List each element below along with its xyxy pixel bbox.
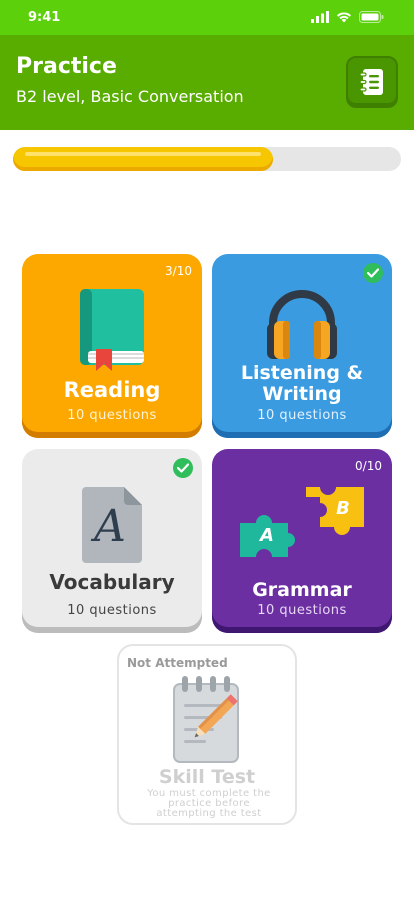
vocabulary-card[interactable]: A Vocabulary 10 questions xyxy=(22,449,202,633)
vocabulary-subtitle: 10 questions xyxy=(67,603,157,618)
grammar-subtitle: 10 questions xyxy=(257,603,347,618)
status-bar: 9:41 xyxy=(0,0,414,35)
page-title: Practice xyxy=(16,54,117,79)
headphones-icon xyxy=(267,290,337,359)
document-icon: A xyxy=(82,487,142,563)
puzzle-piece-a-letter: A xyxy=(260,525,274,546)
listening-subtitle: 10 questions xyxy=(257,408,347,423)
grammar-label: Grammar xyxy=(252,579,352,601)
skill-test-note: You must complete the practice before at… xyxy=(137,789,281,819)
grammar-progress-count: 0/10 xyxy=(355,459,382,473)
puzzle-icon: A B xyxy=(236,483,368,563)
signal-icon xyxy=(311,11,329,23)
wifi-icon xyxy=(337,12,351,23)
reading-progress-count: 3/10 xyxy=(165,264,192,278)
book-icon xyxy=(80,289,144,371)
reading-card[interactable]: 3/10 Reading 10 questions xyxy=(22,254,202,438)
status-icons xyxy=(311,11,384,23)
skill-test-title: Skill Test xyxy=(158,766,256,788)
notebook-icon xyxy=(359,69,383,95)
progress-fill xyxy=(13,147,273,171)
skill-test-note-line3: attempting the test xyxy=(156,808,262,819)
listening-writing-card[interactable]: Listening & Writing 10 questions xyxy=(212,254,392,438)
listening-label-line1: Listening & xyxy=(240,362,364,384)
header: Practice B2 level, Basic Conversation xyxy=(0,35,414,130)
progress-shine xyxy=(25,152,261,156)
progress-bar xyxy=(13,147,401,171)
puzzle-piece-b-letter: B xyxy=(336,498,350,519)
document-letter: A xyxy=(94,501,126,552)
skill-test-status: Not Attempted xyxy=(127,656,228,670)
reading-subtitle: 10 questions xyxy=(67,408,157,423)
completed-check-icon xyxy=(363,263,383,283)
completed-check-icon xyxy=(173,458,193,478)
reading-label: Reading xyxy=(63,378,161,402)
notepad-pencil-icon xyxy=(173,676,239,763)
battery-icon xyxy=(359,11,384,23)
status-time: 9:41 xyxy=(28,10,61,25)
notes-button[interactable] xyxy=(346,56,398,108)
page-subtitle: B2 level, Basic Conversation xyxy=(16,87,244,106)
skill-test-card[interactable]: Not Attempted Skill Test You must comple… xyxy=(117,644,297,825)
grammar-card[interactable]: 0/10 A B Grammar 10 questions xyxy=(212,449,392,633)
listening-label-line2: Writing xyxy=(262,383,342,405)
vocabulary-label: Vocabulary xyxy=(49,570,175,594)
